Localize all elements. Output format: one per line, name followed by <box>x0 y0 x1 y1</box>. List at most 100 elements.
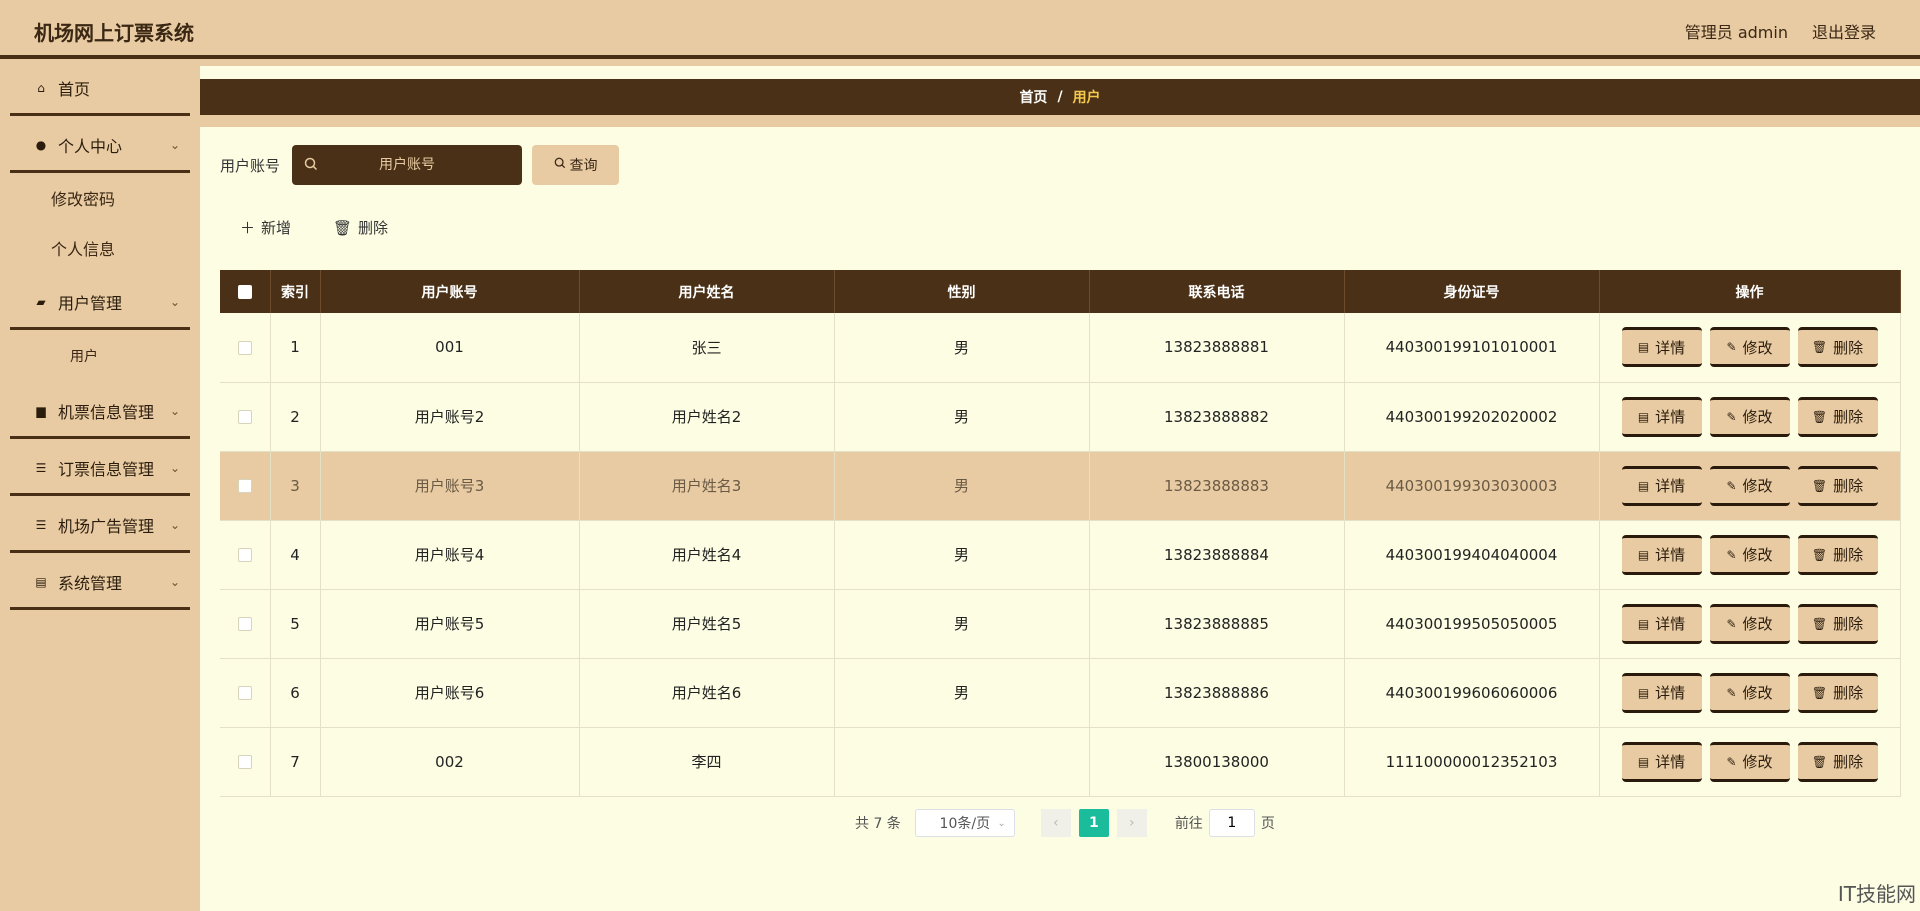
row-select-cell[interactable] <box>220 451 271 521</box>
row-checkbox[interactable] <box>237 479 252 493</box>
sidebar-item-ticket-info-management[interactable]: ▆ 机票信息管理 ⌄ <box>0 382 200 439</box>
sidebar-item-booking-info-management[interactable]: ☰ 订票信息管理 ⌄ <box>0 439 200 496</box>
row-select-cell[interactable] <box>220 313 271 383</box>
operations-cell: ▤ 详情 ✎ 修改 🗑 删除 <box>1599 727 1901 797</box>
breadcrumb-underline <box>200 115 1920 127</box>
edit-button[interactable]: ✎ 修改 <box>1709 327 1790 368</box>
row-checkbox[interactable] <box>237 686 252 700</box>
row-checkbox[interactable] <box>237 340 252 355</box>
operations-cell: ▤ 详情 ✎ 修改 🗑 删除 <box>1599 589 1901 659</box>
phone-cell: 13823888884 <box>1089 520 1345 590</box>
row-delete-button[interactable]: 🗑 删除 <box>1797 741 1878 782</box>
row-checkbox[interactable] <box>237 548 252 562</box>
search-input[interactable] <box>292 145 522 185</box>
gender-cell <box>834 727 1090 797</box>
sidebar-item-label: 机场广告管理 <box>58 516 155 536</box>
search-field[interactable] <box>292 145 522 185</box>
account-cell: 用户账号5 <box>320 589 580 659</box>
column-header: 用户姓名 <box>579 270 835 313</box>
chevron-down-icon: ⌄ <box>169 574 180 589</box>
row-checkbox[interactable] <box>237 755 252 769</box>
index-cell: 4 <box>270 520 321 590</box>
sidebar-item-ad-management[interactable]: ☰ 机场广告管理 ⌄ <box>0 496 200 553</box>
edit-button[interactable]: ✎ 修改 <box>1709 741 1790 782</box>
sidebar-item-personal-center[interactable]: ● 个人中心 ⌄ <box>0 116 200 173</box>
index-cell: 1 <box>270 313 321 383</box>
detail-button[interactable]: ▤ 详情 <box>1621 672 1702 713</box>
table-header-row: 索引 用户账号 用户姓名 性别 联系电话 身份证号 操作 <box>220 270 1901 313</box>
row-select-cell[interactable] <box>220 658 271 728</box>
row-delete-label: 删除 <box>1833 684 1864 702</box>
table-row[interactable]: 3 用户账号3 用户姓名3 男 13823888883 44030019930303000… <box>220 451 1901 521</box>
chevron-down-icon: ⌄ <box>169 517 180 532</box>
detail-button[interactable]: ▤ 详情 <box>1621 327 1702 368</box>
row-delete-button[interactable]: 🗑 删除 <box>1797 327 1878 368</box>
row-delete-label: 删除 <box>1833 753 1864 771</box>
table-row[interactable]: 7 002 李四 13800138000 111100000012352103 ▤ 详情 ✎ 修… <box>220 727 1901 797</box>
row-select-cell[interactable] <box>220 520 271 590</box>
row-delete-button[interactable]: 🗑 删除 <box>1797 396 1878 437</box>
sidebar-item-change-password[interactable]: 修改密码 <box>0 173 200 223</box>
operations-cell: ▤ 详情 ✎ 修改 🗑 删除 <box>1599 520 1901 590</box>
row-delete-button[interactable]: 🗑 删除 <box>1797 534 1878 575</box>
sidebar-item-user-management[interactable]: ▰ 用户管理 ⌄ <box>0 273 200 330</box>
table-row[interactable]: 2 用户账号2 用户姓名2 男 13823888882 44030019920202000… <box>220 382 1901 452</box>
edit-button[interactable]: ✎ 修改 <box>1709 465 1790 506</box>
edit-button[interactable]: ✎ 修改 <box>1709 396 1790 437</box>
search-icon <box>554 157 566 173</box>
gender-cell: 男 <box>834 589 1090 659</box>
name-cell: 用户姓名6 <box>579 658 835 728</box>
table-row[interactable]: 1 001 张三男 13823888881 440300199101010001 ▤ 详情 ✎… <box>220 313 1901 383</box>
edit-button[interactable]: ✎ 修改 <box>1709 534 1790 575</box>
goto-label: 前往 <box>1174 816 1203 832</box>
row-delete-button[interactable]: 🗑 删除 <box>1797 603 1878 644</box>
pencil-icon: ✎ <box>1726 754 1737 769</box>
row-select-cell[interactable] <box>220 382 271 452</box>
select-all-checkbox[interactable] <box>237 284 252 299</box>
sidebar-item-personal-info[interactable]: 个人信息 <box>0 223 200 273</box>
breadcrumb-separator: / <box>1057 89 1063 105</box>
page-size-select[interactable]: 10条/页 ⌄ <box>914 809 1015 837</box>
sidebar-item-home[interactable]: ⌂ 首页 <box>0 59 200 116</box>
detail-button[interactable]: ▤ 详情 <box>1621 465 1702 506</box>
logout-link[interactable]: 退出登录 <box>1812 19 1876 43</box>
sidebar-item-system-management[interactable]: ▤ 系统管理 ⌄ <box>0 553 200 610</box>
document-icon: ▤ <box>1637 547 1650 562</box>
edit-label: 修改 <box>1742 753 1773 771</box>
edit-button[interactable]: ✎ 修改 <box>1709 603 1790 644</box>
row-checkbox[interactable] <box>237 617 252 631</box>
query-button[interactable]: 查询 <box>532 145 619 185</box>
edit-button[interactable]: ✎ 修改 <box>1709 672 1790 713</box>
sidebar-item-label: 用户管理 <box>58 293 123 313</box>
sidebar-item-label: 个人中心 <box>58 136 123 156</box>
row-delete-button[interactable]: 🗑 删除 <box>1797 465 1878 506</box>
prev-page-button[interactable]: ‹ <box>1040 809 1071 837</box>
detail-button[interactable]: ▤ 详情 <box>1621 534 1702 575</box>
document-icon: ▤ <box>1637 754 1650 769</box>
row-checkbox[interactable] <box>237 410 252 424</box>
select-all-cell[interactable] <box>220 270 271 313</box>
trash-icon: 🗑 <box>1811 685 1828 700</box>
row-delete-button[interactable]: 🗑 删除 <box>1797 672 1878 713</box>
table-row[interactable]: 6 用户账号6 用户姓名6 男 13823888886 44030019960606000… <box>220 658 1901 728</box>
row-select-cell[interactable] <box>220 589 271 659</box>
table-row[interactable]: 4 用户账号4 用户姓名4 男 13823888884 44030019940404000… <box>220 520 1901 590</box>
add-button[interactable]: ＋ 新增 <box>240 217 291 238</box>
detail-button[interactable]: ▤ 详情 <box>1621 396 1702 437</box>
table-row[interactable]: 5 用户账号5 用户姓名5 男 13823888885 44030019950505000… <box>220 589 1901 659</box>
id-number-cell: 440300199101010001 <box>1344 313 1600 383</box>
batch-delete-button[interactable]: 🗑 删除 <box>333 217 388 238</box>
row-select-cell[interactable] <box>220 727 271 797</box>
row-delete-label: 删除 <box>1833 615 1864 633</box>
goto-page-input[interactable] <box>1208 809 1255 837</box>
breadcrumb-home[interactable]: 首页 <box>1019 87 1047 107</box>
column-header: 用户账号 <box>320 270 580 313</box>
detail-button[interactable]: ▤ 详情 <box>1621 603 1702 644</box>
chevron-down-icon: ⌄ <box>997 817 1006 829</box>
page-number-current[interactable]: 1 <box>1078 809 1109 837</box>
next-page-button[interactable]: › <box>1116 809 1147 837</box>
breadcrumb: 首页 / 用户 <box>200 79 1920 115</box>
sidebar-item-user[interactable]: 用户 <box>0 330 200 382</box>
id-number-cell: 440300199202020002 <box>1344 382 1600 452</box>
detail-button[interactable]: ▤ 详情 <box>1621 741 1702 782</box>
